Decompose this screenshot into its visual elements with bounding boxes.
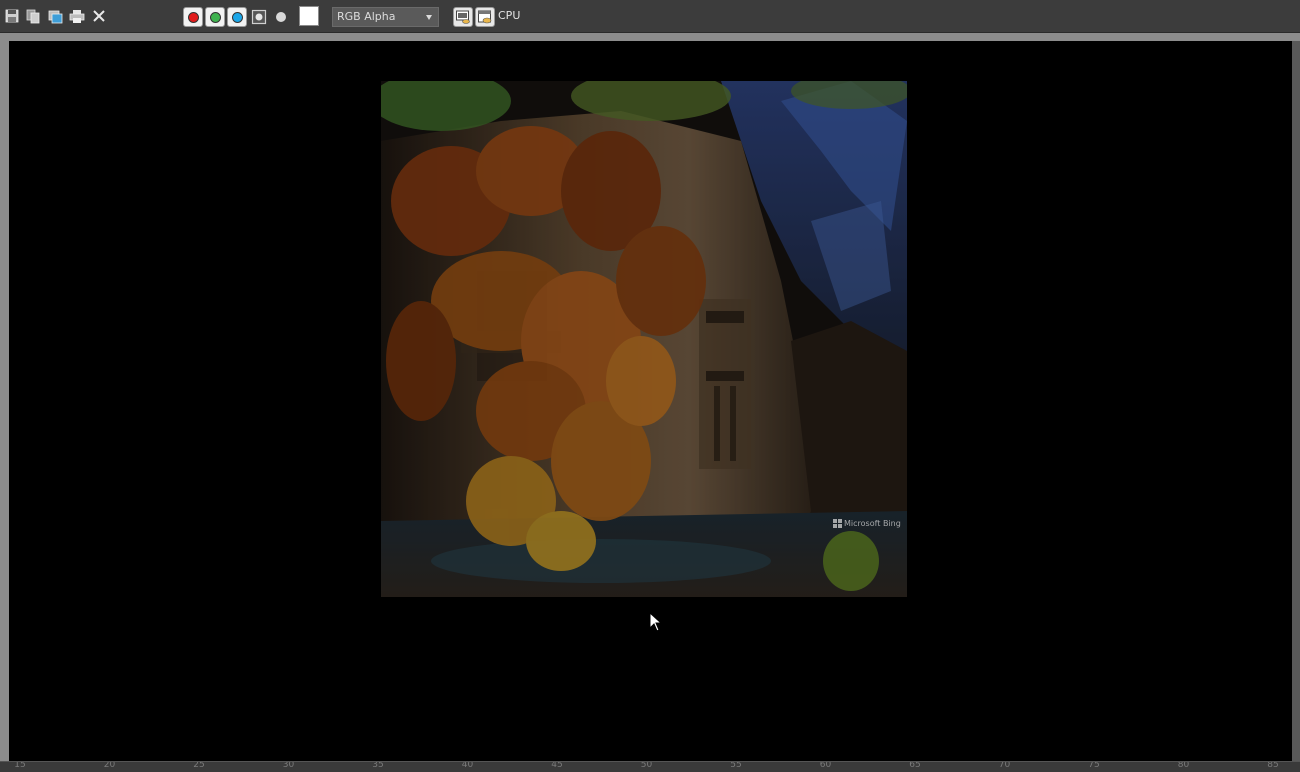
ruler-tick-label: 20 [103, 761, 116, 770]
frame-top-border [0, 33, 1300, 41]
image-watermark: Microsoft Bing [833, 519, 901, 528]
mouse-cursor-icon [649, 611, 663, 636]
save-image-icon[interactable] [3, 7, 21, 25]
ruler-tick-label: 60 [819, 761, 832, 770]
ruler-tick-label: 25 [193, 761, 205, 770]
ruler-tick-label: 15 [14, 761, 26, 770]
monochrome-icon[interactable] [272, 8, 290, 26]
ruler-tick-label: 75 [1088, 761, 1100, 770]
print-icon[interactable] [68, 7, 86, 25]
ruler-tick-label: 65 [909, 761, 921, 770]
green-channel-button[interactable] [205, 7, 225, 27]
ruler-tick-label: 80 [1177, 761, 1190, 770]
ruler-tick-label: 50 [640, 761, 653, 770]
timeline-ruler[interactable]: 15 20 25 30 35 40 45 50 55 60 65 70 75 80 85 [0, 761, 1300, 772]
microsoft-logo-icon [833, 519, 842, 528]
rendered-frame-window: RGB Alpha CPU Microsoft Bing 15 20 25 30… [0, 0, 1300, 772]
chevron-down-icon [426, 15, 432, 20]
renderer-label: CPU [498, 9, 521, 22]
ruler-tick-label: 85 [1267, 761, 1279, 770]
red-channel-button[interactable] [183, 7, 203, 27]
display-channel-dropdown[interactable]: RGB Alpha [332, 7, 439, 27]
ruler-tick-label: 55 [730, 761, 742, 770]
ruler-tick-label: 35 [372, 761, 384, 770]
render-settings-icon[interactable] [475, 7, 495, 27]
frame-right-border [1292, 41, 1300, 761]
green-channel-dot [209, 11, 221, 23]
clone-window-icon[interactable] [24, 7, 42, 25]
background-color-swatch[interactable] [299, 6, 319, 26]
copy-image-icon[interactable] [46, 7, 64, 25]
frame-left-border [0, 41, 9, 761]
ruler-tick-label: 45 [551, 761, 563, 770]
ruler-tick-label: 30 [282, 761, 295, 770]
red-channel-dot [187, 11, 199, 23]
display-window-icon[interactable] [453, 7, 473, 27]
blue-channel-button[interactable] [227, 7, 247, 27]
ruler-tick-label: 40 [461, 761, 474, 770]
render-viewport[interactable]: Microsoft Bing [9, 41, 1292, 761]
rendered-image-canvas [381, 81, 907, 597]
blue-channel-dot [231, 11, 243, 23]
rendered-image: Microsoft Bing [381, 81, 907, 597]
clear-icon[interactable] [90, 7, 108, 25]
toolbar: RGB Alpha CPU [0, 0, 1300, 33]
display-channel-value: RGB Alpha [337, 10, 396, 23]
watermark-text: Microsoft Bing [844, 519, 901, 528]
ruler-tick-label: 70 [998, 761, 1011, 770]
alpha-channel-icon[interactable] [250, 8, 268, 26]
